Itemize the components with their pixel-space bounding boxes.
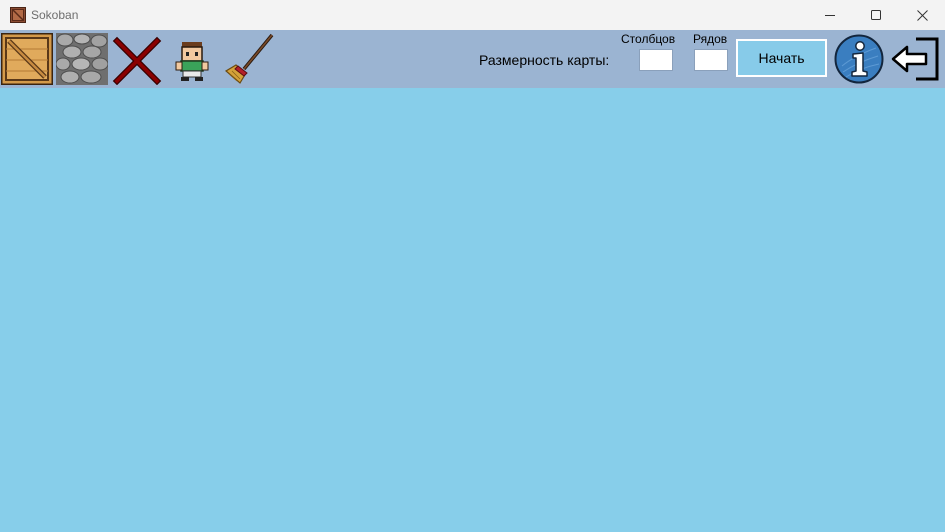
window-title: Sokoban: [31, 8, 79, 22]
maximize-icon: [871, 10, 881, 20]
columns-label: Столбцов: [621, 32, 676, 46]
map-canvas[interactable]: [0, 88, 945, 532]
exit-button[interactable]: [890, 36, 942, 82]
editor-toolbar: Размерность карты: Столбцов Рядов Начать: [0, 30, 945, 88]
red-cross-icon: [112, 36, 162, 85]
rows-label: Рядов: [693, 32, 728, 46]
minimize-button[interactable]: [807, 0, 853, 30]
box-tool-button[interactable]: [1, 33, 53, 85]
title-bar: Sokoban: [0, 0, 945, 30]
player-character-icon: [175, 42, 209, 81]
close-icon: [916, 9, 928, 21]
info-button[interactable]: [834, 34, 884, 84]
broom-icon: [224, 33, 274, 84]
rows-input[interactable]: [694, 49, 728, 71]
minimize-icon: [825, 15, 835, 16]
clear-tool-button[interactable]: [222, 33, 274, 85]
wall-tool-button[interactable]: [56, 33, 108, 85]
player-tool-button[interactable]: [166, 33, 218, 85]
columns-input[interactable]: [639, 49, 673, 71]
app-icon: [10, 7, 26, 23]
delete-tool-button[interactable]: [111, 33, 163, 85]
info-icon: [834, 34, 884, 84]
app-window: Sokoban Размерность карты: Столбцов Рядо…: [0, 0, 945, 532]
exit-arrow-icon: [891, 37, 939, 81]
wooden-crate-icon: [1, 33, 53, 85]
close-button[interactable]: [899, 0, 945, 30]
maximize-button[interactable]: [853, 0, 899, 30]
start-button[interactable]: Начать: [736, 39, 827, 77]
map-size-label: Размерность карты:: [479, 52, 610, 68]
stone-wall-icon: [56, 33, 108, 85]
